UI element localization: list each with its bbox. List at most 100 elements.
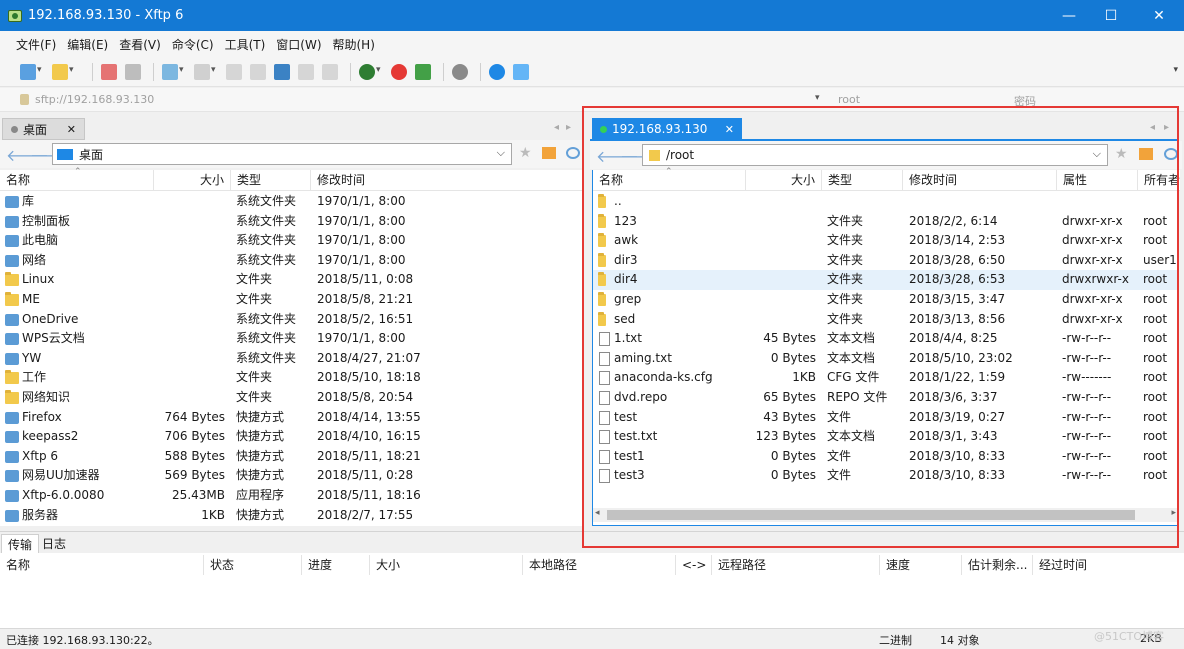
gear-icon[interactable] — [452, 63, 468, 80]
tcol-status[interactable]: 状态 — [204, 555, 302, 575]
scrollbar-thumb[interactable] — [607, 510, 1135, 520]
table-row[interactable]: 网络知识 文件夹 2018/5/8, 20:54 — [0, 388, 582, 408]
table-row[interactable]: test 43 Bytes 文件 2018/3/19, 0:27 -rw-r--r-- r… — [593, 408, 1178, 428]
help-icon[interactable] — [489, 63, 505, 80]
scroll-right-icon[interactable]: ▸ — [1171, 508, 1176, 518]
tab-local-desktop[interactable]: 桌面 ✕ — [2, 118, 85, 140]
password-input[interactable]: 密码 — [1014, 93, 1036, 109]
tab-next-icon[interactable]: ▸ — [1164, 122, 1169, 133]
table-row[interactable]: test3 0 Bytes 文件 2018/3/10, 8:33 -rw-r--r-- r… — [593, 466, 1178, 486]
username-input[interactable]: root — [838, 93, 860, 106]
tab-transfer[interactable]: 传输 — [1, 534, 40, 554]
close-window-button[interactable]: ✕ — [1136, 0, 1182, 31]
tab-remote-session[interactable]: 192.168.93.130 ✕ — [592, 118, 742, 140]
tcol-progress[interactable]: 进度 — [302, 555, 370, 575]
view-mode-icon[interactable] — [194, 63, 216, 80]
sync-icon[interactable] — [274, 63, 290, 80]
transfer-down-icon[interactable] — [322, 63, 338, 80]
col-attr[interactable]: 属性 — [1057, 170, 1138, 191]
table-row[interactable]: 网易UU加速器 569 Bytes 快捷方式 2018/5/11, 0:28 — [0, 466, 582, 486]
close-tab-icon[interactable]: ✕ — [725, 123, 734, 136]
menu-view[interactable]: 查看(V) — [119, 36, 161, 53]
open-folder-icon[interactable] — [52, 63, 74, 80]
tcol-direction[interactable]: <-> — [676, 555, 712, 575]
address-dropdown-icon[interactable]: ▾ — [815, 93, 820, 103]
table-row[interactable]: sed 文件夹 2018/3/13, 8:56 drwxr-xr-x root — [593, 310, 1178, 330]
table-row[interactable]: dir3 文件夹 2018/3/28, 6:50 drwxr-xr-x user1 — [593, 251, 1178, 271]
col-type[interactable]: 类型 — [231, 170, 311, 191]
xftp-icon[interactable] — [415, 63, 431, 80]
bookmark-star-icon[interactable]: ★ — [519, 145, 533, 161]
table-row[interactable]: keepass2 706 Bytes 快捷方式 2018/4/10, 16:15 — [0, 427, 582, 447]
tab-next-icon[interactable]: ▸ — [566, 122, 571, 133]
table-row[interactable]: test.txt 123 Bytes 文本文档 2018/3/1, 3:43 -rw-r… — [593, 427, 1178, 447]
col-owner[interactable]: 所有者 — [1138, 170, 1180, 191]
table-row[interactable]: 网络 系统文件夹 1970/1/1, 8:00 — [0, 251, 582, 271]
table-row[interactable]: Linux 文件夹 2018/5/11, 0:08 — [0, 270, 582, 290]
transfer-mode[interactable]: 二进制 — [879, 632, 912, 648]
minimize-button[interactable]: — — [1046, 0, 1092, 31]
table-row[interactable]: 库 系统文件夹 1970/1/1, 8:00 — [0, 192, 582, 212]
new-session-icon[interactable] — [20, 63, 42, 80]
disconnect-icon[interactable] — [101, 63, 117, 80]
home-folder-icon[interactable] — [542, 147, 556, 159]
table-row[interactable]: anaconda-ks.cfg 1KB CFG 文件 2018/1/22, 1:59 -… — [593, 368, 1178, 388]
table-row[interactable]: aming.txt 0 Bytes 文本文档 2018/5/10, 23:02 -rw-… — [593, 349, 1178, 369]
table-row[interactable]: Firefox 764 Bytes 快捷方式 2018/4/14, 13:55 — [0, 408, 582, 428]
tab-log[interactable]: 日志 — [36, 534, 72, 554]
menu-file[interactable]: 文件(F) — [16, 36, 56, 53]
tcol-name[interactable]: 名称 — [0, 555, 204, 575]
bookmark-star-icon[interactable]: ★ — [1115, 146, 1129, 162]
tcol-speed[interactable]: 速度 — [880, 555, 962, 575]
table-row[interactable]: 123 文件夹 2018/2/2, 6:14 drwxr-xr-x root — [593, 212, 1178, 232]
tcol-size[interactable]: 大小 — [370, 555, 523, 575]
table-row[interactable]: 工作 文件夹 2018/5/10, 18:18 — [0, 368, 582, 388]
paste-icon[interactable] — [250, 63, 266, 80]
toolbar-overflow-icon[interactable]: ▾ — [1173, 65, 1178, 75]
menu-help[interactable]: 帮助(H) — [333, 36, 375, 53]
transfer-up-icon[interactable] — [298, 63, 314, 80]
tab-prev-icon[interactable]: ◂ — [554, 122, 559, 133]
table-row[interactable]: 1.txt 45 Bytes 文本文档 2018/4/4, 8:25 -rw-r--r-… — [593, 329, 1178, 349]
chat-icon[interactable] — [513, 63, 529, 80]
table-row[interactable]: YW 系统文件夹 2018/4/27, 21:07 — [0, 349, 582, 369]
copy-icon[interactable] — [226, 63, 242, 80]
menu-command[interactable]: 命令(C) — [172, 36, 214, 53]
table-row[interactable]: WPS云文档 系统文件夹 1970/1/1, 8:00 — [0, 329, 582, 349]
tcol-elapsed[interactable]: 经过时间 — [1033, 555, 1184, 575]
tcol-remote-path[interactable]: 远程路径 — [712, 555, 880, 575]
col-size[interactable]: 大小 — [746, 170, 822, 191]
scroll-left-icon[interactable]: ◂ — [595, 508, 600, 518]
table-row[interactable]: test1 0 Bytes 文件 2018/3/10, 8:33 -rw-r--r-- r… — [593, 447, 1178, 467]
col-mtime[interactable]: 修改时间 — [311, 170, 582, 191]
table-row[interactable]: Xftp-6.0.0080 25.43MB 应用程序 2018/5/11, 18:16 — [0, 486, 582, 506]
close-tab-icon[interactable]: ✕ — [67, 123, 76, 136]
globe-icon[interactable] — [359, 63, 381, 80]
table-row[interactable]: dvd.repo 65 Bytes REPO 文件 2018/3/6, 3:37 -rw… — [593, 388, 1178, 408]
path-dropdown-icon[interactable]: ⌵ — [1093, 147, 1101, 161]
home-folder-icon[interactable] — [1139, 148, 1153, 160]
reconnect-icon[interactable] — [125, 63, 141, 80]
table-row[interactable]: 服务器 1KB 快捷方式 2018/2/7, 17:55 — [0, 506, 582, 526]
table-row[interactable]: .. — [593, 192, 1178, 212]
table-row[interactable]: grep 文件夹 2018/3/15, 3:47 drwxr-xr-x root — [593, 290, 1178, 310]
xshell-icon[interactable] — [391, 63, 407, 80]
tcol-eta[interactable]: 估计剩余... — [962, 555, 1033, 575]
col-type[interactable]: 类型 — [822, 170, 903, 191]
refresh-icon[interactable] — [1164, 148, 1178, 160]
horizontal-scrollbar[interactable]: ◂ ▸ — [593, 508, 1178, 522]
menu-edit[interactable]: 编辑(E) — [67, 36, 108, 53]
menu-tools[interactable]: 工具(T) — [225, 36, 266, 53]
table-row[interactable]: 控制面板 系统文件夹 1970/1/1, 8:00 — [0, 212, 582, 232]
tcol-local-path[interactable]: 本地路径 — [523, 555, 676, 575]
table-row[interactable]: dir4 文件夹 2018/3/28, 6:53 drwxrwxr-x root — [593, 270, 1178, 290]
address-input[interactable]: sftp://192.168.93.130 — [35, 93, 154, 106]
table-row[interactable]: Xftp 6 588 Bytes 快捷方式 2018/5/11, 18:21 — [0, 447, 582, 467]
menu-window[interactable]: 窗口(W) — [276, 36, 321, 53]
tab-prev-icon[interactable]: ◂ — [1150, 122, 1155, 133]
refresh-icon[interactable] — [566, 147, 580, 159]
col-size[interactable]: 大小 — [154, 170, 231, 191]
properties-icon[interactable] — [162, 63, 184, 80]
left-path-field[interactable]: 桌面 ⌵ — [52, 143, 512, 165]
table-row[interactable]: 此电脑 系统文件夹 1970/1/1, 8:00 — [0, 231, 582, 251]
